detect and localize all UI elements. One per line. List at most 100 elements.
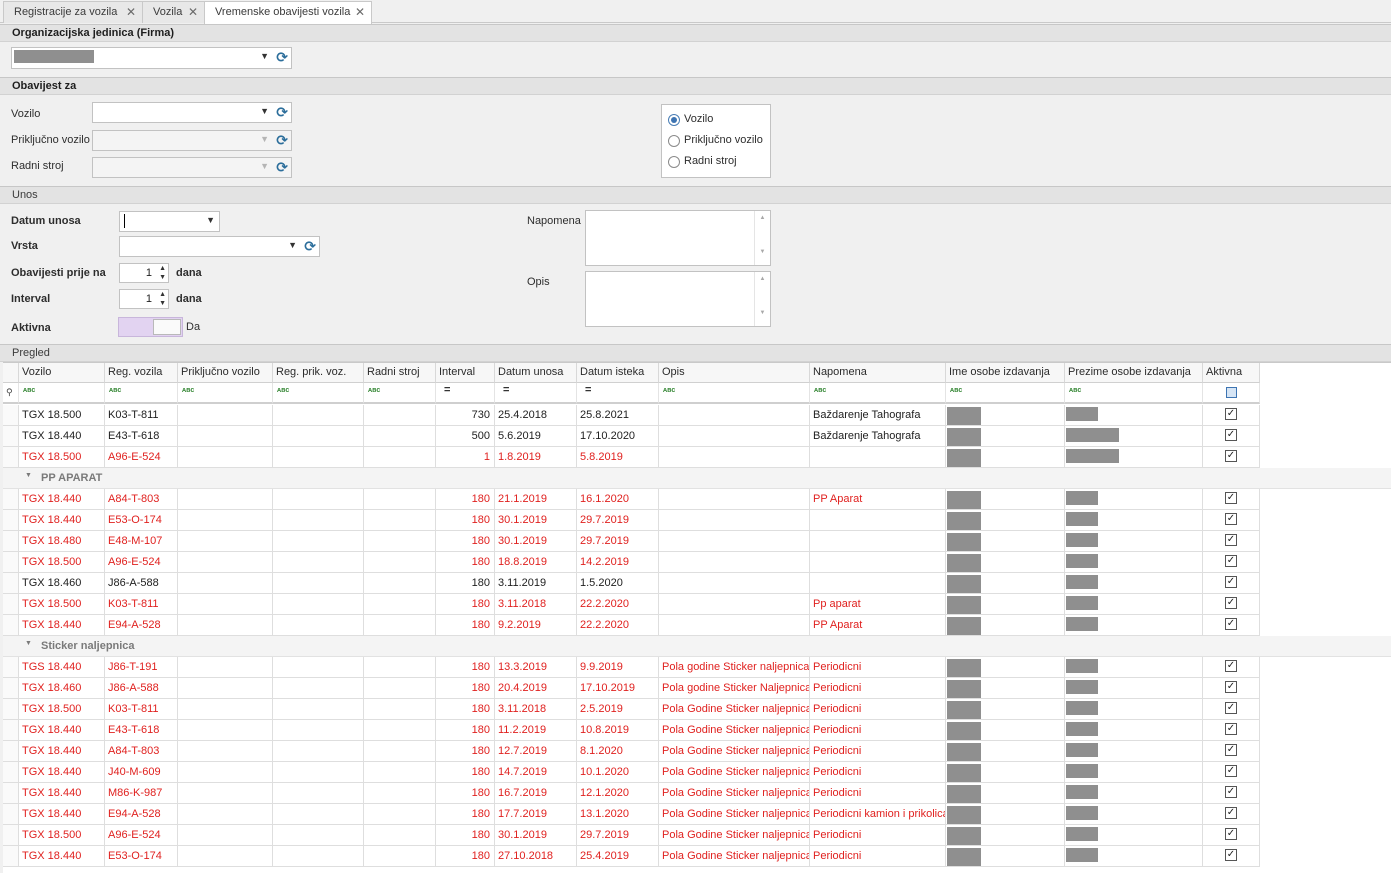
note-cell[interactable] (810, 510, 946, 531)
col-header-radni-stroj[interactable]: Radni stroj (364, 363, 436, 383)
trailer-reg-cell[interactable] (273, 741, 364, 762)
vehicle-cell[interactable]: TGX 18.440 (19, 762, 105, 783)
date-exp-cell[interactable]: 8.1.2020 (577, 741, 659, 762)
desc-cell[interactable] (659, 510, 810, 531)
date-in-cell[interactable]: 20.4.2019 (495, 678, 577, 699)
active-cell[interactable]: ✓ (1203, 531, 1260, 552)
last-name-cell[interactable] (1065, 573, 1203, 594)
interval-cell[interactable]: 1 (436, 447, 495, 468)
trailer-reg-cell[interactable] (273, 489, 364, 510)
reg-cell[interactable]: A96-E-524 (105, 447, 178, 468)
date-in-cell[interactable]: 16.7.2019 (495, 783, 577, 804)
vehicle-cell[interactable]: TGX 18.440 (19, 804, 105, 825)
org-unit-combo[interactable]: ▼ ⟳ (11, 47, 292, 69)
last-name-cell[interactable] (1065, 426, 1203, 447)
date-in-cell[interactable]: 12.7.2019 (495, 741, 577, 762)
reg-cell[interactable]: J86-A-588 (105, 678, 178, 699)
desc-cell[interactable] (659, 447, 810, 468)
date-exp-cell[interactable]: 17.10.2019 (577, 678, 659, 699)
last-name-cell[interactable] (1065, 741, 1203, 762)
scrollbar[interactable]: ▲ ▼ (754, 272, 770, 326)
trailer-cell[interactable] (178, 783, 273, 804)
checkbox-checked-icon[interactable]: ✓ (1225, 723, 1237, 735)
trailer-cell[interactable] (178, 825, 273, 846)
checkbox-checked-icon[interactable]: ✓ (1225, 744, 1237, 756)
trailer-cell[interactable] (178, 531, 273, 552)
machine-cell[interactable] (364, 741, 436, 762)
trailer-reg-cell[interactable] (273, 426, 364, 447)
interval-cell[interactable]: 180 (436, 657, 495, 678)
abc-filter-icon[interactable]: ᴀʙᴄ (178, 383, 273, 404)
group-row[interactable]: ▼ PP APARAT (3, 468, 1391, 489)
active-cell[interactable]: ✓ (1203, 573, 1260, 594)
first-name-cell[interactable] (946, 489, 1065, 510)
last-name-cell[interactable] (1065, 657, 1203, 678)
last-name-cell[interactable] (1065, 552, 1203, 573)
trailer-cell[interactable] (178, 447, 273, 468)
trailer-cell[interactable] (178, 405, 273, 426)
note-cell[interactable] (810, 447, 946, 468)
active-cell[interactable]: ✓ (1203, 447, 1260, 468)
note-cell[interactable]: Periodicni (810, 678, 946, 699)
checkbox-checked-icon[interactable]: ✓ (1225, 513, 1237, 525)
date-in-cell[interactable]: 27.10.2018 (495, 846, 577, 867)
dropdown-arrow-icon[interactable]: ▼ (288, 240, 297, 250)
machine-cell[interactable] (364, 531, 436, 552)
trailer-reg-cell[interactable] (273, 825, 364, 846)
machine-cell[interactable] (364, 783, 436, 804)
machine-cell[interactable] (364, 804, 436, 825)
abc-filter-icon[interactable]: ᴀʙᴄ (105, 383, 178, 404)
checkbox-checked-icon[interactable]: ✓ (1225, 408, 1237, 420)
type-combo[interactable]: ▼ ⟳ (119, 236, 320, 257)
refresh-icon[interactable]: ⟳ (276, 49, 288, 65)
checkbox-checked-icon[interactable]: ✓ (1225, 597, 1237, 609)
first-name-cell[interactable] (946, 594, 1065, 615)
interval-cell[interactable]: 180 (436, 762, 495, 783)
spin-arrows-icon[interactable]: ▲ ▼ (159, 290, 166, 308)
radio-unselected-icon[interactable] (668, 135, 680, 147)
checkbox-checked-icon[interactable]: ✓ (1225, 660, 1237, 672)
desc-cell[interactable] (659, 615, 810, 636)
trailer-reg-cell[interactable] (273, 657, 364, 678)
machine-cell[interactable] (364, 678, 436, 699)
vehicle-cell[interactable]: TGX 18.440 (19, 783, 105, 804)
reg-cell[interactable]: E48-M-107 (105, 531, 178, 552)
machine-cell[interactable] (364, 426, 436, 447)
interval-cell[interactable]: 180 (436, 615, 495, 636)
tab-vozila[interactable]: Vozila ✕ (142, 1, 205, 23)
dropdown-arrow-icon[interactable]: ▼ (260, 106, 269, 116)
col-header-napomena[interactable]: Napomena (810, 363, 946, 383)
group-row[interactable]: ▼ Sticker naljepnica (3, 636, 1391, 657)
date-exp-cell[interactable]: 29.7.2019 (577, 510, 659, 531)
active-cell[interactable]: ✓ (1203, 720, 1260, 741)
reg-cell[interactable]: E53-O-174 (105, 846, 178, 867)
refresh-icon[interactable]: ⟳ (276, 104, 288, 120)
first-name-cell[interactable] (946, 615, 1065, 636)
checkbox-checked-icon[interactable]: ✓ (1225, 828, 1237, 840)
first-name-cell[interactable] (946, 720, 1065, 741)
col-header-reg-vozila[interactable]: Reg. vozila (105, 363, 178, 383)
machine-cell[interactable] (364, 720, 436, 741)
trailer-reg-cell[interactable] (273, 531, 364, 552)
trailer-cell[interactable] (178, 594, 273, 615)
trailer-reg-cell[interactable] (273, 594, 364, 615)
first-name-cell[interactable] (946, 825, 1065, 846)
date-input[interactable]: ▼ (119, 211, 220, 232)
col-header-datum-isteka[interactable]: Datum isteka (577, 363, 659, 383)
reg-cell[interactable]: E43-T-618 (105, 426, 178, 447)
note-cell[interactable]: PP Aparat (810, 489, 946, 510)
date-in-cell[interactable]: 3.11.2018 (495, 699, 577, 720)
refresh-icon[interactable]: ⟳ (276, 159, 288, 175)
last-name-cell[interactable] (1065, 594, 1203, 615)
desc-cell[interactable]: Pola Godine Sticker naljepnica (659, 762, 810, 783)
trailer-cell[interactable] (178, 657, 273, 678)
active-toggle[interactable] (118, 317, 183, 337)
interval-cell[interactable]: 180 (436, 741, 495, 762)
first-name-cell[interactable] (946, 804, 1065, 825)
reg-cell[interactable]: K03-T-811 (105, 594, 178, 615)
vehicle-cell[interactable]: TGX 18.500 (19, 405, 105, 426)
vehicle-cell[interactable]: TGX 18.440 (19, 489, 105, 510)
trailer-reg-cell[interactable] (273, 846, 364, 867)
date-in-cell[interactable]: 9.2.2019 (495, 615, 577, 636)
interval-cell[interactable]: 180 (436, 489, 495, 510)
